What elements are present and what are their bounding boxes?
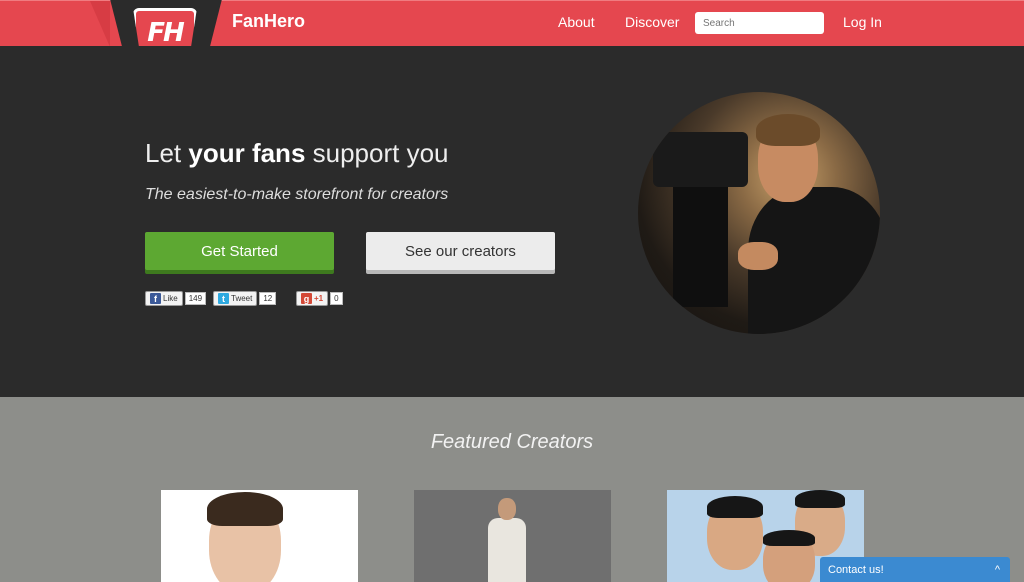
camera-rig-shape bbox=[673, 187, 728, 307]
google-plus-button[interactable]: g +1 bbox=[296, 291, 329, 306]
nav-about[interactable]: About bbox=[558, 14, 595, 30]
hero-creator-photo bbox=[638, 92, 880, 334]
hero-headline: Let your fans support you bbox=[145, 138, 449, 169]
plus-label: +1 bbox=[314, 294, 324, 303]
chevron-up-icon[interactable]: ^ bbox=[995, 564, 1000, 576]
search-input[interactable] bbox=[695, 12, 824, 34]
group-hair-center bbox=[763, 530, 815, 546]
headline-bold: your fans bbox=[188, 138, 306, 168]
like-count: 149 bbox=[184, 292, 207, 305]
logo-text: FH bbox=[147, 18, 185, 48]
nav-login[interactable]: Log In bbox=[843, 14, 882, 30]
headline-post: support you bbox=[305, 138, 449, 168]
tweet-count: 12 bbox=[259, 292, 277, 305]
featured-creators-section: Featured Creators bbox=[0, 397, 1024, 582]
camera-shape bbox=[653, 132, 748, 187]
creator-card-2[interactable] bbox=[414, 490, 611, 582]
nav-discover[interactable]: Discover bbox=[625, 14, 679, 30]
tweet-widget[interactable]: t Tweet 12 bbox=[213, 291, 277, 306]
hero-subhead: The easiest-to-make storefront for creat… bbox=[145, 186, 449, 203]
creator-hand-shape bbox=[738, 242, 778, 270]
facebook-like-widget[interactable]: f Like 149 bbox=[145, 291, 207, 306]
get-started-button[interactable]: Get Started bbox=[145, 232, 334, 270]
creator-hair-shape bbox=[756, 114, 820, 146]
creator-standing-figure bbox=[486, 498, 526, 582]
creator-card-1[interactable] bbox=[161, 490, 358, 582]
google-plus-icon: g bbox=[301, 293, 312, 304]
facebook-icon: f bbox=[150, 293, 161, 304]
header-accent-stripe bbox=[90, 1, 110, 47]
contact-us-widget[interactable]: Contact us! ^ bbox=[820, 557, 1010, 582]
twitter-bird-icon: t bbox=[218, 293, 229, 304]
tweet-button[interactable]: t Tweet bbox=[213, 291, 258, 306]
google-plus-widget[interactable]: g +1 0 bbox=[296, 291, 343, 306]
headline-pre: Let bbox=[145, 138, 189, 168]
brand-name[interactable]: FanHero bbox=[232, 11, 305, 32]
plus-count: 0 bbox=[330, 292, 343, 305]
facebook-like-button[interactable]: f Like bbox=[145, 291, 183, 306]
creator-portrait-hair bbox=[207, 492, 283, 526]
figure-body bbox=[488, 518, 526, 582]
group-hair-left bbox=[707, 496, 763, 518]
see-creators-button[interactable]: See our creators bbox=[366, 232, 555, 270]
like-label: Like bbox=[163, 294, 178, 303]
contact-label: Contact us! bbox=[828, 563, 884, 576]
figure-head bbox=[498, 498, 516, 520]
hero-section: Let your fans support you The easiest-to… bbox=[0, 46, 1024, 397]
tweet-label: Tweet bbox=[231, 294, 253, 303]
featured-title: Featured Creators bbox=[430, 431, 594, 453]
group-hair-right bbox=[795, 490, 845, 508]
